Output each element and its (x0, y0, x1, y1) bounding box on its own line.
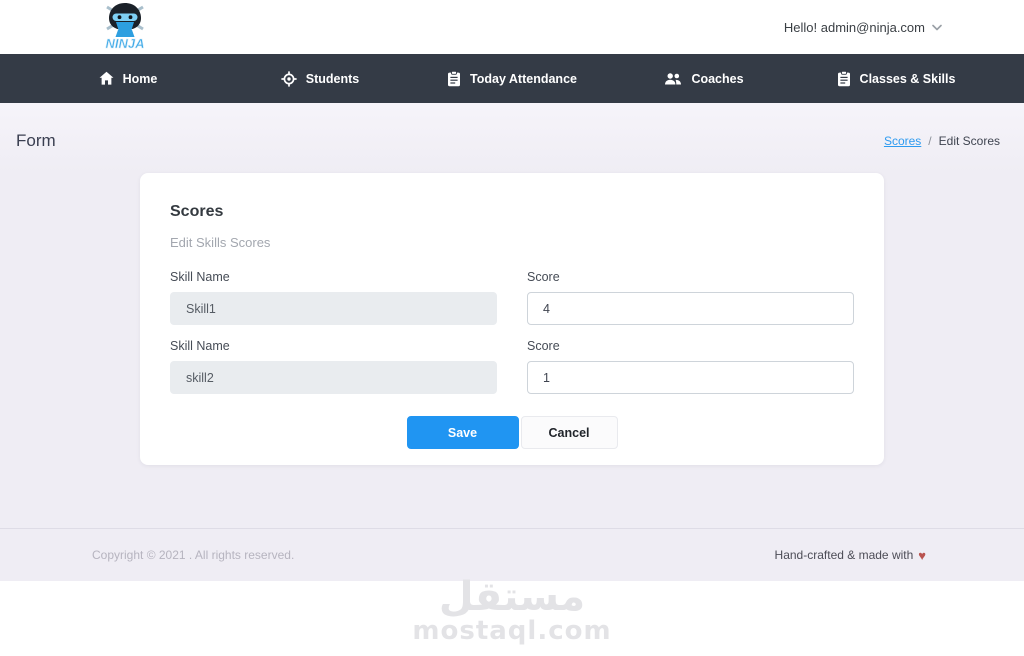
clipboard-icon (837, 70, 850, 86)
scores-card: Scores Edit Skills Scores Skill Name Sco… (140, 173, 884, 465)
breadcrumb-row: Form Scores / Edit Scores (12, 103, 1012, 167)
score-label: Score (527, 339, 560, 353)
page-title: Form (16, 131, 56, 150)
skill-name-input-2 (170, 361, 497, 394)
people-icon (665, 72, 682, 84)
nav-item-today-attendance[interactable]: Today Attendance (416, 54, 608, 103)
nav-item-label: Students (305, 71, 360, 86)
nav-item-students[interactable]: Students (224, 54, 416, 103)
field-score-2: Score (527, 339, 854, 394)
nav-item-label: Home (122, 71, 158, 86)
account-label: Hello! admin@ninja.com (783, 19, 925, 35)
mostaql-watermark: مستقل mostaql.com (0, 577, 1024, 645)
nav-item-label: Coaches (691, 71, 744, 86)
watermark-arabic: مستقل (438, 574, 586, 620)
score-input-1[interactable] (527, 292, 854, 325)
copyright-text: Copyright © 2021 . All rights reserved. (92, 548, 295, 562)
logo-text: NINJA (105, 36, 144, 51)
card-title: Scores (170, 203, 224, 220)
home-icon (99, 71, 114, 85)
button-row: Save Cancel (170, 416, 854, 449)
target-icon (281, 70, 297, 87)
credit-label: Hand-crafted & made with (774, 548, 914, 562)
ninja-mascot-icon: NINJA (105, 3, 145, 51)
breadcrumb-current: Edit Scores (938, 134, 1000, 148)
credit-text: Hand-crafted & made with ♥ (775, 548, 926, 563)
watermark-latin: mostaql.com (412, 616, 612, 646)
field-skill-name-2: Skill Name (170, 339, 497, 394)
main-content: Form Scores / Edit Scores Scores Edit Sk… (0, 103, 1024, 528)
bottom-strip: مستقل mostaql.com (0, 577, 1024, 656)
card-subtitle: Edit Skills Scores (170, 235, 271, 250)
chevron-down-icon (932, 24, 942, 30)
skill-name-label: Skill Name (170, 270, 230, 284)
field-skill-name-1: Skill Name (170, 270, 497, 325)
heart-icon: ♥ (918, 547, 926, 563)
skill-name-label: Skill Name (170, 339, 230, 353)
nav-item-home[interactable]: Home (32, 54, 224, 103)
clipboard-icon (448, 70, 461, 86)
main-navbar: Home Students Today Attendance Coaches C… (0, 54, 1024, 103)
score-label: Score (527, 270, 560, 284)
field-score-1: Score (527, 270, 854, 325)
account-dropdown[interactable]: Hello! admin@ninja.com (784, 20, 1000, 35)
nav-item-label: Classes & Skills (859, 71, 956, 86)
cancel-button[interactable]: Cancel (520, 416, 618, 449)
score-input-2[interactable] (527, 361, 854, 394)
ninja-logo[interactable]: NINJA (98, 2, 152, 52)
breadcrumb-link-scores[interactable]: Scores (884, 134, 921, 148)
top-header: NINJA Hello! admin@ninja.com (0, 0, 1024, 54)
nav-item-label: Today Attendance (470, 71, 577, 86)
skill-name-input-1 (170, 292, 497, 325)
edit-scores-form: Skill Name Score Skill Name Score (170, 270, 854, 394)
breadcrumb: Scores / Edit Scores (884, 134, 1000, 148)
nav-item-classes-skills[interactable]: Classes & Skills (800, 54, 992, 103)
breadcrumb-separator: / (928, 134, 932, 148)
nav-item-coaches[interactable]: Coaches (608, 54, 800, 103)
save-button[interactable]: Save (406, 416, 519, 449)
